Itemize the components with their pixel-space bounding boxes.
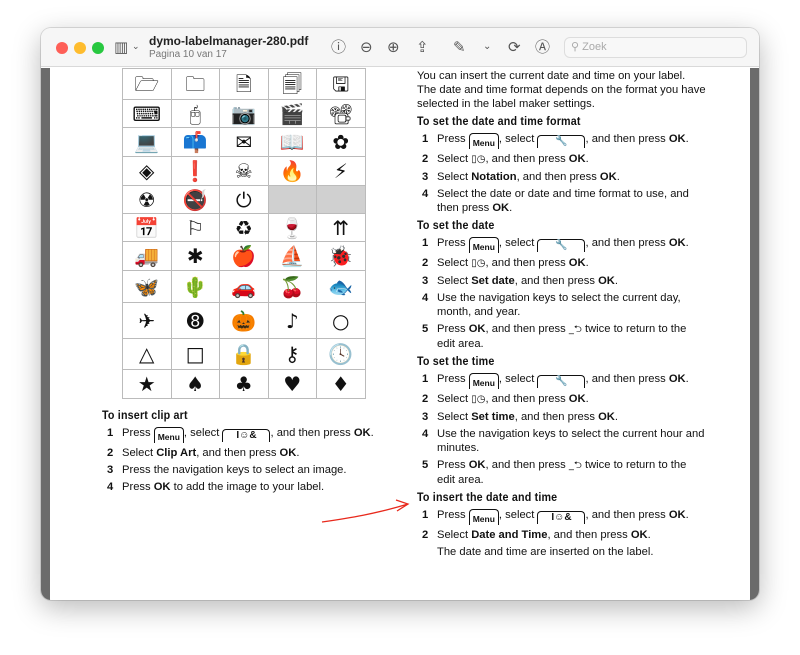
red-arrow-annotation [321, 499, 410, 523]
